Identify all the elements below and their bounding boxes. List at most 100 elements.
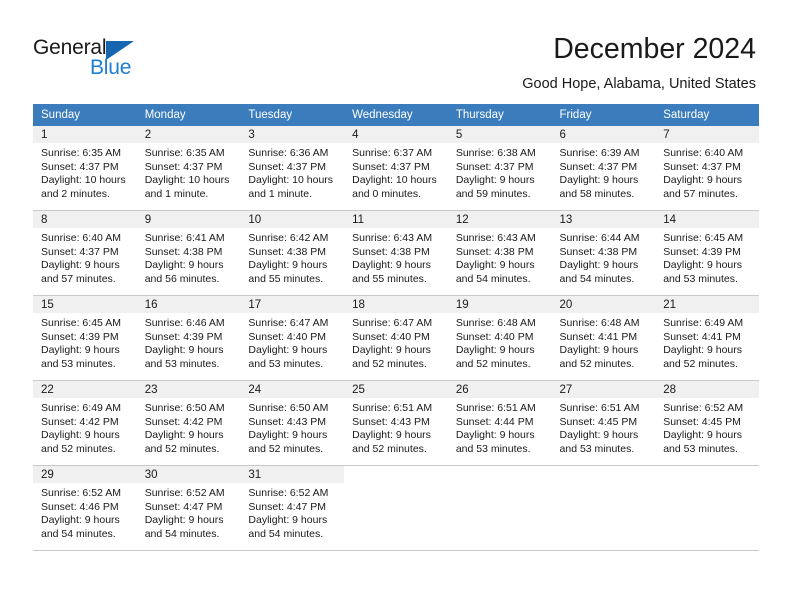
day-details: Sunrise: 6:40 AM Sunset: 4:37 PM Dayligh…	[655, 143, 759, 201]
sunset-text: Sunset: 4:37 PM	[663, 160, 741, 173]
day-cell[interactable]: 15 Sunrise: 6:45 AM Sunset: 4:39 PM Dayl…	[33, 295, 137, 381]
day-cell[interactable]: 25 Sunrise: 6:51 AM Sunset: 4:43 PM Dayl…	[344, 380, 448, 466]
week-row: 15 Sunrise: 6:45 AM Sunset: 4:39 PM Dayl…	[33, 295, 759, 381]
daylight-text-line1: Daylight: 9 hours	[559, 174, 639, 186]
sunrise-text: Sunrise: 6:45 AM	[41, 317, 121, 329]
day-cell[interactable]: 24 Sunrise: 6:50 AM Sunset: 4:43 PM Dayl…	[240, 380, 345, 466]
daylight-text-line1: Daylight: 9 hours	[248, 514, 328, 526]
day-cell[interactable]: 8 Sunrise: 6:40 AM Sunset: 4:37 PM Dayli…	[33, 210, 137, 296]
day-cell[interactable]: 20 Sunrise: 6:48 AM Sunset: 4:41 PM Dayl…	[551, 295, 656, 381]
calendar-header-row: Sunday Monday Tuesday Wednesday Thursday…	[33, 104, 759, 126]
daylight-text-line1: Daylight: 9 hours	[352, 429, 431, 441]
weekday-header-wednesday: Wednesday	[344, 104, 448, 126]
sunrise-text: Sunrise: 6:45 AM	[663, 232, 744, 244]
daylight-text-line1: Daylight: 9 hours	[663, 259, 743, 271]
calendar-body: 1 Sunrise: 6:35 AM Sunset: 4:37 PM Dayli…	[33, 126, 759, 551]
day-number	[552, 466, 656, 483]
weekday-header-tuesday: Tuesday	[240, 104, 345, 126]
daylight-text-line1: Daylight: 9 hours	[144, 259, 224, 271]
day-number: 6	[551, 126, 656, 143]
daylight-text-line2: and 59 minutes.	[455, 187, 531, 200]
sunrise-text: Sunrise: 6:44 AM	[559, 232, 640, 244]
daylight-text-line2: and 58 minutes.	[559, 187, 635, 200]
day-details: Sunrise: 6:36 AM Sunset: 4:37 PM Dayligh…	[240, 143, 344, 201]
day-cell[interactable]: 23 Sunrise: 6:50 AM Sunset: 4:42 PM Dayl…	[136, 380, 241, 466]
sunrise-text: Sunrise: 6:47 AM	[352, 317, 433, 329]
day-number: 17	[240, 296, 345, 313]
day-cell[interactable]: 7 Sunrise: 6:40 AM Sunset: 4:37 PM Dayli…	[655, 126, 759, 211]
day-number: 13	[551, 211, 656, 228]
day-cell[interactable]: 27 Sunrise: 6:51 AM Sunset: 4:45 PM Dayl…	[551, 380, 656, 466]
daylight-text-line2: and 53 minutes.	[248, 357, 324, 370]
sunrise-text: Sunrise: 6:40 AM	[41, 232, 121, 244]
day-cell[interactable]: 1 Sunrise: 6:35 AM Sunset: 4:37 PM Dayli…	[33, 126, 137, 211]
day-cell[interactable]: 3 Sunrise: 6:36 AM Sunset: 4:37 PM Dayli…	[240, 126, 345, 211]
daylight-text-line2: and 53 minutes.	[455, 442, 531, 455]
day-cell[interactable]: 26 Sunrise: 6:51 AM Sunset: 4:44 PM Dayl…	[447, 380, 552, 466]
day-details: Sunrise: 6:35 AM Sunset: 4:37 PM Dayligh…	[137, 143, 241, 201]
daylight-text-line2: and 1 minute.	[248, 187, 313, 200]
day-cell[interactable]: 14 Sunrise: 6:45 AM Sunset: 4:39 PM Dayl…	[655, 210, 759, 296]
day-cell[interactable]: 2 Sunrise: 6:35 AM Sunset: 4:37 PM Dayli…	[136, 126, 241, 211]
day-cell-empty	[551, 465, 656, 551]
daylight-text-line2: and 1 minute.	[144, 187, 209, 200]
day-cell[interactable]: 6 Sunrise: 6:39 AM Sunset: 4:37 PM Dayli…	[551, 126, 656, 211]
day-cell[interactable]: 29 Sunrise: 6:52 AM Sunset: 4:46 PM Dayl…	[33, 465, 137, 551]
day-details: Sunrise: 6:49 AM Sunset: 4:41 PM Dayligh…	[655, 313, 759, 371]
daylight-text-line1: Daylight: 9 hours	[663, 429, 743, 441]
sunset-text: Sunset: 4:37 PM	[41, 245, 119, 258]
day-cell[interactable]: 4 Sunrise: 6:37 AM Sunset: 4:37 PM Dayli…	[344, 126, 448, 211]
day-cell[interactable]: 5 Sunrise: 6:38 AM Sunset: 4:37 PM Dayli…	[447, 126, 552, 211]
daylight-text-line2: and 53 minutes.	[663, 442, 738, 455]
day-number	[448, 466, 552, 483]
day-cell[interactable]: 17 Sunrise: 6:47 AM Sunset: 4:40 PM Dayl…	[240, 295, 345, 381]
day-cell[interactable]: 9 Sunrise: 6:41 AM Sunset: 4:38 PM Dayli…	[136, 210, 241, 296]
sunset-text: Sunset: 4:41 PM	[559, 330, 638, 343]
daylight-text-line1: Daylight: 9 hours	[144, 514, 224, 526]
day-cell[interactable]: 31 Sunrise: 6:52 AM Sunset: 4:47 PM Dayl…	[240, 465, 345, 551]
sunset-text: Sunset: 4:38 PM	[455, 245, 534, 258]
day-number: 11	[344, 211, 448, 228]
daylight-text-line1: Daylight: 9 hours	[663, 174, 743, 186]
day-number: 25	[344, 381, 448, 398]
day-number: 15	[33, 296, 137, 313]
daylight-text-line1: Daylight: 9 hours	[144, 429, 224, 441]
daylight-text-line2: and 0 minutes.	[352, 187, 421, 200]
general-blue-logo[interactable]: General Blue	[33, 36, 163, 82]
day-cell[interactable]: 10 Sunrise: 6:42 AM Sunset: 4:38 PM Dayl…	[240, 210, 345, 296]
sunset-text: Sunset: 4:38 PM	[352, 245, 430, 258]
day-cell[interactable]: 11 Sunrise: 6:43 AM Sunset: 4:38 PM Dayl…	[344, 210, 448, 296]
daylight-text-line1: Daylight: 9 hours	[455, 259, 535, 271]
day-details: Sunrise: 6:52 AM Sunset: 4:46 PM Dayligh…	[33, 483, 137, 541]
day-cell-empty	[344, 465, 448, 551]
day-cell[interactable]: 22 Sunrise: 6:49 AM Sunset: 4:42 PM Dayl…	[33, 380, 137, 466]
day-cell[interactable]: 21 Sunrise: 6:49 AM Sunset: 4:41 PM Dayl…	[655, 295, 759, 381]
day-number: 9	[136, 211, 241, 228]
sunrise-text: Sunrise: 6:52 AM	[248, 487, 329, 499]
day-cell[interactable]: 16 Sunrise: 6:46 AM Sunset: 4:39 PM Dayl…	[136, 295, 241, 381]
day-cell[interactable]: 12 Sunrise: 6:43 AM Sunset: 4:38 PM Dayl…	[447, 210, 552, 296]
day-details: Sunrise: 6:38 AM Sunset: 4:37 PM Dayligh…	[448, 143, 552, 201]
logo-text-blue: Blue	[90, 56, 132, 79]
daylight-text-line1: Daylight: 9 hours	[559, 429, 639, 441]
daylight-text-line1: Daylight: 9 hours	[248, 429, 328, 441]
day-number: 31	[240, 466, 345, 483]
day-cell[interactable]: 28 Sunrise: 6:52 AM Sunset: 4:45 PM Dayl…	[655, 380, 759, 466]
day-details: Sunrise: 6:52 AM Sunset: 4:47 PM Dayligh…	[137, 483, 241, 541]
day-cell[interactable]: 18 Sunrise: 6:47 AM Sunset: 4:40 PM Dayl…	[344, 295, 448, 381]
daylight-text-line2: and 53 minutes.	[559, 442, 635, 455]
day-cell[interactable]: 30 Sunrise: 6:52 AM Sunset: 4:47 PM Dayl…	[136, 465, 241, 551]
day-details: Sunrise: 6:48 AM Sunset: 4:41 PM Dayligh…	[552, 313, 656, 371]
sunrise-text: Sunrise: 6:36 AM	[248, 147, 329, 159]
day-number: 21	[655, 296, 759, 313]
day-number: 10	[240, 211, 345, 228]
daylight-text-line1: Daylight: 10 hours	[352, 174, 437, 186]
day-details: Sunrise: 6:37 AM Sunset: 4:37 PM Dayligh…	[344, 143, 448, 201]
day-details: Sunrise: 6:52 AM Sunset: 4:45 PM Dayligh…	[655, 398, 759, 456]
day-cell[interactable]: 19 Sunrise: 6:48 AM Sunset: 4:40 PM Dayl…	[447, 295, 552, 381]
sunset-text: Sunset: 4:39 PM	[41, 330, 119, 343]
day-number: 8	[33, 211, 137, 228]
day-cell[interactable]: 13 Sunrise: 6:44 AM Sunset: 4:38 PM Dayl…	[551, 210, 656, 296]
day-details: Sunrise: 6:51 AM Sunset: 4:43 PM Dayligh…	[344, 398, 448, 456]
page-subtitle: Good Hope, Alabama, United States	[522, 76, 756, 92]
